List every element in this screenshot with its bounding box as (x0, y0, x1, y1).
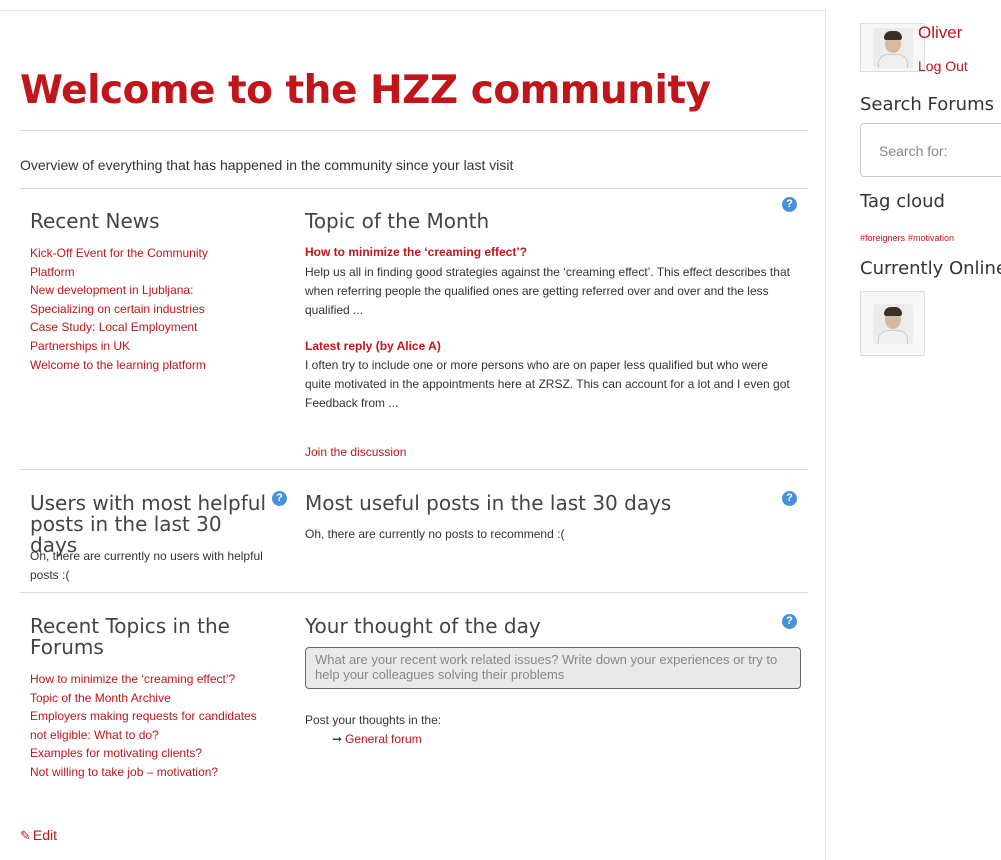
search-forums-heading: Search Forums (860, 94, 995, 115)
reply-body: I often try to include one or more perso… (305, 358, 790, 410)
useful-posts-empty: Oh, there are currently no posts to reco… (305, 527, 565, 541)
tag-cloud: #foreigners #motivation (860, 233, 957, 243)
recent-topics-title: Recent Topics in the Forums (30, 614, 230, 659)
list-item: Employers making requests for candidates… (30, 707, 275, 744)
user-name-link[interactable]: Oliver (918, 23, 962, 43)
divider (20, 130, 808, 131)
news-link[interactable]: Kick-Off Event for the Community Platfor… (30, 246, 208, 279)
list-item: New development in Ljubljana: Specializi… (30, 281, 245, 318)
news-link[interactable]: New development in Ljubljana: Specializi… (30, 283, 205, 316)
list-item: Welcome to the learning platform (30, 356, 245, 375)
help-icon[interactable]: ? (782, 197, 797, 212)
divider (20, 188, 808, 189)
overview-text: Overview of everything that has happened… (20, 157, 514, 173)
tag-link[interactable]: #motivation (908, 233, 954, 243)
list-item: Topic of the Month Archive (30, 689, 275, 708)
divider (20, 469, 808, 470)
help-icon[interactable]: ? (782, 491, 797, 506)
thought-input[interactable]: What are your recent work related issues… (305, 647, 801, 689)
news-link[interactable]: Welcome to the learning platform (30, 358, 206, 372)
user-photo-icon (872, 27, 913, 68)
topic-title-link[interactable]: How to minimize the ‘creaming effect’? (305, 245, 527, 259)
topic-link[interactable]: Not willing to take job – motivation? (30, 765, 218, 779)
tag-link[interactable]: #foreigners (860, 233, 905, 243)
recent-news-list: Kick-Off Event for the Community Platfor… (30, 244, 245, 374)
tag-cloud-heading: Tag cloud (860, 191, 945, 212)
currently-online-heading: Currently Online (860, 258, 1001, 279)
logout-link[interactable]: Log Out (918, 58, 968, 74)
online-user-avatar[interactable] (860, 291, 925, 356)
edit-label: Edit (32, 827, 58, 843)
list-item: How to minimize the ‘creaming effect’? (30, 670, 275, 689)
topic-body: Help us all in finding good strategies a… (305, 265, 790, 317)
post-thoughts-label: Post your thoughts in the: (305, 713, 442, 727)
search-input[interactable]: Search for: (860, 123, 1001, 177)
help-icon[interactable]: ? (782, 614, 797, 629)
edit-button[interactable]: ✎ Edit (20, 827, 57, 844)
list-item: Not willing to take job – motivation? (30, 763, 275, 782)
recent-news-title: Recent News (30, 209, 160, 233)
news-link[interactable]: Case Study: Local Employment Partnership… (30, 320, 197, 353)
list-item: Examples for motivating clients? (30, 744, 275, 763)
help-icon[interactable]: ? (272, 491, 287, 506)
general-forum-link[interactable]: General forum (345, 730, 422, 749)
divider (20, 592, 808, 593)
list-item: Case Study: Local Employment Partnership… (30, 318, 245, 355)
recent-topics-list: How to minimize the ‘creaming effect’? T… (30, 670, 275, 782)
pencil-icon: ✎ (20, 828, 31, 843)
useful-posts-title: Most useful posts in the last 30 days (305, 491, 672, 515)
user-photo-icon (872, 303, 913, 344)
list-item: Kick-Off Event for the Community Platfor… (30, 244, 245, 281)
helpful-users-empty: Oh, there are currently no users with he… (30, 549, 263, 582)
topic-link[interactable]: Examples for motivating clients? (30, 746, 202, 760)
topic-link[interactable]: Employers making requests for candidates… (30, 709, 257, 742)
join-discussion-link[interactable]: Join the discussion (305, 443, 406, 462)
topic-of-month-title: Topic of the Month (305, 209, 490, 233)
avatar[interactable] (860, 23, 925, 72)
latest-reply-link[interactable]: Latest reply (by Alice A) (305, 339, 441, 353)
topic-link[interactable]: Topic of the Month Archive (30, 691, 171, 705)
topic-link[interactable]: How to minimize the ‘creaming effect’? (30, 672, 235, 686)
thought-title: Your thought of the day (305, 614, 541, 638)
arrow-right-icon: ➞ (332, 732, 343, 746)
page-title: Welcome to the HZZ community (20, 68, 711, 113)
